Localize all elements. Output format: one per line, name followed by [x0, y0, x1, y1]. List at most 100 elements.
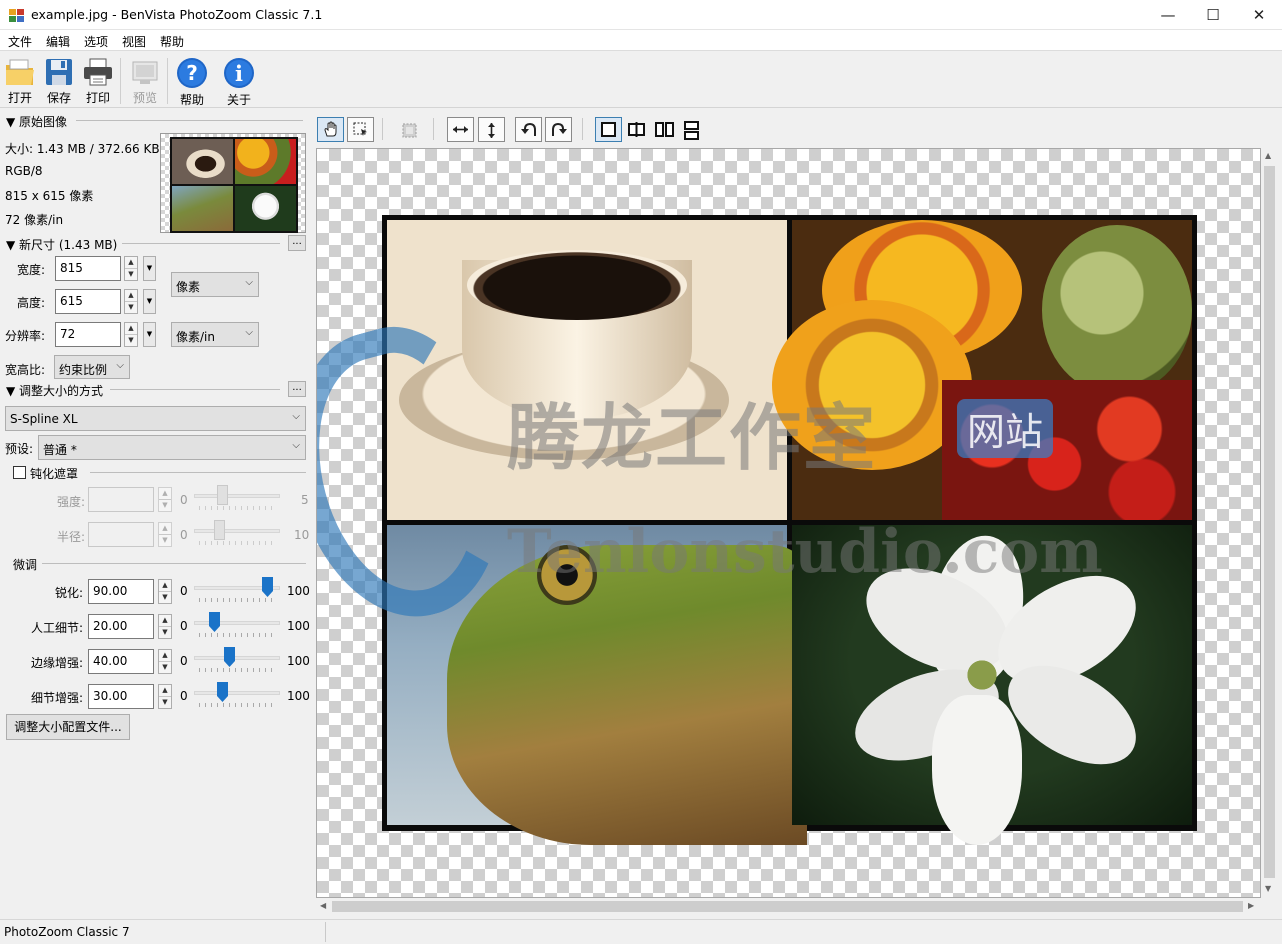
horizontal-scroll-thumb[interactable]: [332, 901, 1243, 912]
radius-min: 0: [180, 528, 188, 542]
menu-options[interactable]: 选项: [84, 33, 108, 50]
preview-button[interactable]: 预览: [126, 55, 164, 107]
status-text: PhotoZoom Classic 7: [4, 925, 130, 939]
fine-tune-slider[interactable]: [194, 577, 280, 603]
toolbar-separator: [582, 118, 583, 140]
save-button[interactable]: 保存: [40, 55, 78, 107]
fine-tune-input[interactable]: 20.00: [88, 614, 154, 639]
menu-file[interactable]: 文件: [8, 33, 32, 50]
radius-spinner[interactable]: ▲ ▼: [158, 522, 172, 547]
split-view-button[interactable]: [623, 117, 650, 142]
print-button[interactable]: 打印: [79, 55, 117, 107]
original-image-header[interactable]: ▼ 原始图像: [6, 113, 67, 130]
chevron-down-icon: ⌵: [292, 411, 300, 422]
chevron-down-icon: ⌵: [292, 440, 300, 451]
fine-tune-spinner[interactable]: ▲ ▼: [158, 684, 172, 709]
aspect-ratio-select[interactable]: 约束比例 ⌵: [54, 355, 130, 379]
resolution-dropdown[interactable]: ▼: [143, 322, 156, 347]
side-by-side-view-button[interactable]: [651, 117, 678, 142]
crop-button[interactable]: [396, 117, 423, 142]
scroll-up-icon[interactable]: ▲: [1265, 151, 1271, 160]
side-by-side-icon: [655, 122, 674, 137]
toolbar-separator: [382, 118, 383, 140]
scroll-right-icon[interactable]: ▶: [1248, 901, 1254, 910]
menu-help[interactable]: 帮助: [160, 33, 184, 50]
width-label: 宽度:: [17, 263, 46, 277]
horizontal-arrows-icon: [453, 126, 468, 133]
fine-tune-slider[interactable]: [194, 612, 280, 638]
about-button[interactable]: i 关于: [220, 55, 258, 107]
menu-view[interactable]: 视图: [122, 33, 146, 50]
size-unit-select[interactable]: 像素 ⌵: [171, 272, 259, 297]
rotate-right-button[interactable]: [545, 117, 572, 142]
printer-icon: [84, 58, 112, 86]
fine-tune-max: 100: [287, 619, 310, 633]
new-size-header[interactable]: ▼ 新尺寸 (1.43 MB): [6, 236, 117, 253]
scroll-down-icon[interactable]: ▼: [1265, 884, 1271, 893]
vertical-scroll-thumb[interactable]: [1264, 166, 1275, 878]
fine-tune-slider[interactable]: [194, 647, 280, 673]
resolution-unit-select[interactable]: 像素/in ⌵: [171, 322, 259, 347]
selection-tool-button[interactable]: [347, 117, 374, 142]
fine-tune-input[interactable]: 90.00: [88, 579, 154, 604]
toolbar-separator: [120, 58, 121, 104]
close-button[interactable]: ✕: [1236, 0, 1282, 30]
size-unit-value: 像素: [176, 280, 201, 294]
fine-tune-spinner[interactable]: ▲ ▼: [158, 579, 172, 604]
stacked-view-icon: [684, 121, 699, 140]
help-icon: ?: [177, 58, 207, 88]
fine-tune-input[interactable]: 30.00: [88, 684, 154, 709]
resize-method-header[interactable]: ▼ 调整大小的方式: [6, 382, 103, 399]
new-size-more-button[interactable]: ...: [288, 235, 306, 251]
algorithm-value: S-Spline XL: [10, 412, 78, 426]
radius-slider[interactable]: [194, 520, 280, 546]
save-label: 保存: [46, 91, 71, 105]
radius-input[interactable]: [88, 522, 154, 547]
strength-spinner[interactable]: ▲ ▼: [158, 487, 172, 512]
resolution-unit-value: 像素/in: [176, 330, 215, 344]
resize-profiles-button[interactable]: 调整大小配置文件...: [6, 714, 130, 740]
preset-select[interactable]: 普通 * ⌵: [38, 435, 306, 460]
fine-tune-label: 边缘增强:: [30, 656, 83, 670]
preview-canvas[interactable]: 腾龙工作室 网站 Tenlonstudio.com: [316, 148, 1261, 898]
width-dropdown[interactable]: ▼: [143, 256, 156, 281]
menu-bar: 文件 编辑 选项 视图 帮助: [0, 30, 1282, 51]
maximize-button[interactable]: ☐: [1190, 0, 1236, 30]
width-input[interactable]: 815: [55, 256, 121, 281]
original-dimensions: 815 x 615 像素: [5, 189, 94, 203]
strength-max: 5: [301, 493, 309, 507]
fine-tune-spinner[interactable]: ▲ ▼: [158, 614, 172, 639]
scroll-left-icon[interactable]: ◀: [320, 901, 326, 910]
height-input[interactable]: 615: [55, 289, 121, 314]
menu-edit[interactable]: 编辑: [46, 33, 70, 50]
hand-tool-button[interactable]: [317, 117, 344, 142]
single-view-button[interactable]: [595, 117, 622, 142]
minimize-button[interactable]: —: [1145, 0, 1191, 30]
algorithm-select[interactable]: S-Spline XL ⌵: [5, 406, 306, 431]
horizontal-scrollbar[interactable]: ◀ ▶: [316, 898, 1261, 915]
fine-tune-spinner[interactable]: ▲ ▼: [158, 649, 172, 674]
strength-slider[interactable]: [194, 485, 280, 511]
help-button[interactable]: ? 帮助: [173, 55, 211, 107]
divider: [76, 120, 303, 121]
resize-method-more-button[interactable]: ...: [288, 381, 306, 397]
stacked-view-button[interactable]: [678, 117, 705, 142]
resolution-input[interactable]: 72: [55, 322, 121, 347]
unsharp-mask-checkbox[interactable]: [13, 466, 26, 479]
vertical-scrollbar[interactable]: ▲ ▼: [1261, 148, 1278, 898]
chevron-down-icon: ⌵: [245, 277, 253, 288]
height-dropdown[interactable]: ▼: [143, 289, 156, 314]
fit-height-button[interactable]: [478, 117, 505, 142]
slider-thumb: [209, 612, 220, 632]
fine-tune-slider[interactable]: [194, 682, 280, 708]
slider-thumb: [224, 647, 235, 667]
fit-width-button[interactable]: [447, 117, 474, 142]
open-button[interactable]: 打开: [1, 55, 39, 107]
print-label: 打印: [85, 91, 110, 105]
strength-input[interactable]: [88, 487, 154, 512]
rotate-left-button[interactable]: [515, 117, 542, 142]
about-label: 关于: [226, 93, 251, 107]
resolution-spinner[interactable]: ▲ ▼: [124, 322, 138, 347]
crop-icon: [402, 123, 417, 138]
fine-tune-input[interactable]: 40.00: [88, 649, 154, 674]
